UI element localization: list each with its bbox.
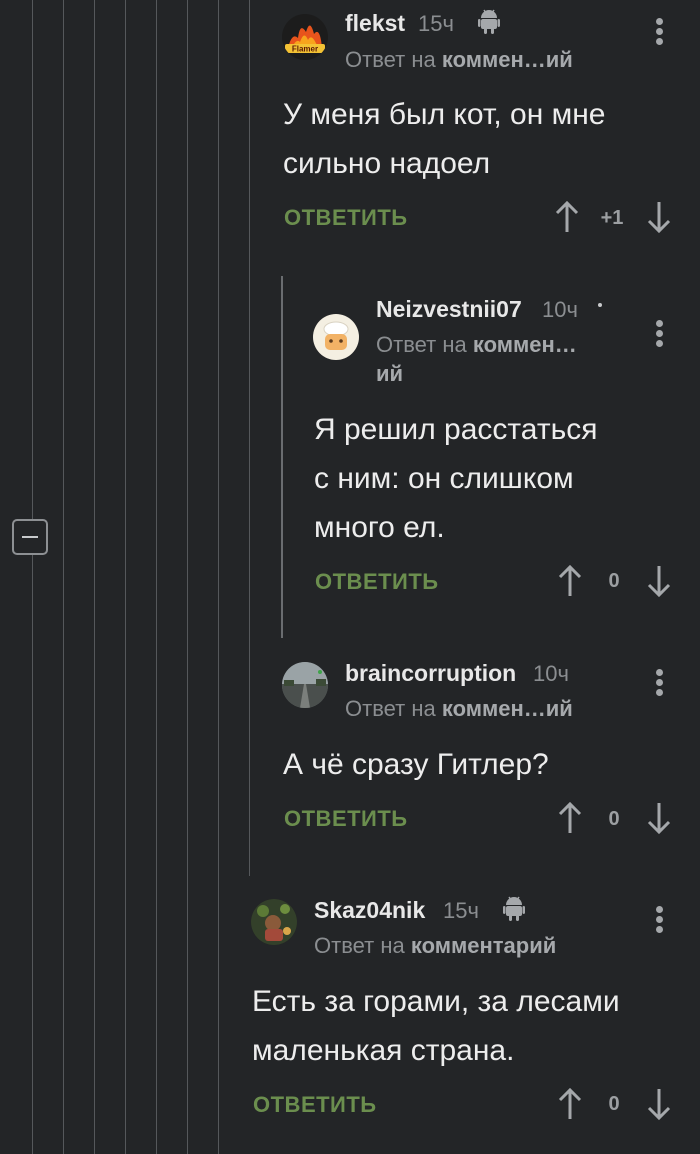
username[interactable]: Skaz04nik xyxy=(314,897,425,924)
vote-score: 0 xyxy=(608,1093,620,1115)
comment-time: 10ч xyxy=(533,661,569,686)
comment-body-line: маленькая страна. xyxy=(252,1034,515,1067)
collapse-thread-button[interactable] xyxy=(12,519,48,555)
reply-to: Ответ на коммен…ий xyxy=(345,694,573,723)
comment-body: А чё сразу Гитлер? xyxy=(283,740,549,789)
comment-time: 10ч xyxy=(542,297,578,322)
reply-to: Ответ на коммен…ий xyxy=(345,45,573,74)
comment-body: Я решил расстаться с ним: он слишком мно… xyxy=(314,405,597,552)
more-vertical-icon[interactable] xyxy=(654,18,664,52)
thread-line xyxy=(63,0,64,1154)
comment-time: 15ч xyxy=(443,898,479,923)
thread-line xyxy=(32,0,33,1154)
thread-line xyxy=(156,0,157,1154)
username[interactable]: braincorruption xyxy=(345,660,516,687)
reply-to-link[interactable]: коммен…ий xyxy=(442,696,573,721)
thread-line xyxy=(218,0,219,1154)
reply-to: Ответ на комментарий xyxy=(314,931,556,960)
comment-body: У меня был кот, он мне сильно надоел xyxy=(283,90,605,188)
arrow-down-icon[interactable] xyxy=(647,1087,671,1121)
username[interactable]: Neizvestnii07 xyxy=(376,296,522,323)
arrow-down-icon[interactable] xyxy=(647,564,671,598)
reply-to-link[interactable]: коммен… xyxy=(473,332,577,357)
reply-to-prefix: Ответ на xyxy=(376,332,467,357)
reply-to-prefix: Ответ на xyxy=(314,933,405,958)
reply-button[interactable]: ОТВЕТИТЬ xyxy=(284,806,408,832)
android-icon xyxy=(503,896,525,921)
comment-body-line: с ним: он слишком xyxy=(314,462,574,495)
reply-to-link-cont[interactable]: ий xyxy=(376,361,403,386)
arrow-up-icon[interactable] xyxy=(558,801,582,835)
reply-button[interactable]: ОТВЕТИТЬ xyxy=(253,1092,377,1118)
reply-to: Ответ на коммен… ий xyxy=(376,330,606,388)
reply-to-link[interactable]: коммен…ий xyxy=(442,47,573,72)
username[interactable]: flekst xyxy=(345,10,405,37)
svg-text:Flamer: Flamer xyxy=(292,45,318,54)
arrow-up-icon[interactable] xyxy=(558,1087,582,1121)
thread-line xyxy=(281,276,283,638)
thread-line xyxy=(249,0,250,876)
arrow-down-icon[interactable] xyxy=(647,200,671,234)
avatar[interactable] xyxy=(282,662,328,708)
avatar[interactable] xyxy=(251,899,297,945)
comment-body-line: А чё сразу Гитлер? xyxy=(283,748,549,781)
vote-score: 0 xyxy=(608,808,620,830)
android-icon xyxy=(478,9,500,34)
reply-to-prefix: Ответ на xyxy=(345,696,436,721)
arrow-down-icon[interactable] xyxy=(647,801,671,835)
reply-to-link[interactable]: комментарий xyxy=(411,933,556,958)
thread-line xyxy=(187,0,188,1154)
reply-button[interactable]: ОТВЕТИТЬ xyxy=(284,205,408,231)
comment-body: Есть за горами, за лесами маленькая стра… xyxy=(252,977,620,1075)
arrow-up-icon[interactable] xyxy=(555,200,579,234)
comment-body-line: У меня был кот, он мне xyxy=(283,98,606,131)
arrow-up-icon[interactable] xyxy=(558,564,582,598)
thread-line xyxy=(94,0,95,1154)
comment-body-line: Я решил расстаться xyxy=(314,413,598,446)
comment-body-line: много ел. xyxy=(314,511,445,544)
reply-to-prefix: Ответ на xyxy=(345,47,436,72)
status-dot xyxy=(598,303,602,307)
reply-button[interactable]: ОТВЕТИТЬ xyxy=(315,569,439,595)
vote-score: +1 xyxy=(600,207,624,229)
thread-line xyxy=(125,0,126,1154)
more-vertical-icon[interactable] xyxy=(654,320,664,354)
more-vertical-icon[interactable] xyxy=(654,906,664,940)
vote-score: 0 xyxy=(608,570,620,592)
more-vertical-icon[interactable] xyxy=(654,669,664,703)
avatar[interactable] xyxy=(313,314,359,360)
avatar[interactable]: Flamer xyxy=(282,14,328,60)
comment-body-line: Есть за горами, за лесами xyxy=(252,985,620,1018)
comment-body-line: сильно надоел xyxy=(283,147,491,180)
comment-time: 15ч xyxy=(418,11,454,36)
